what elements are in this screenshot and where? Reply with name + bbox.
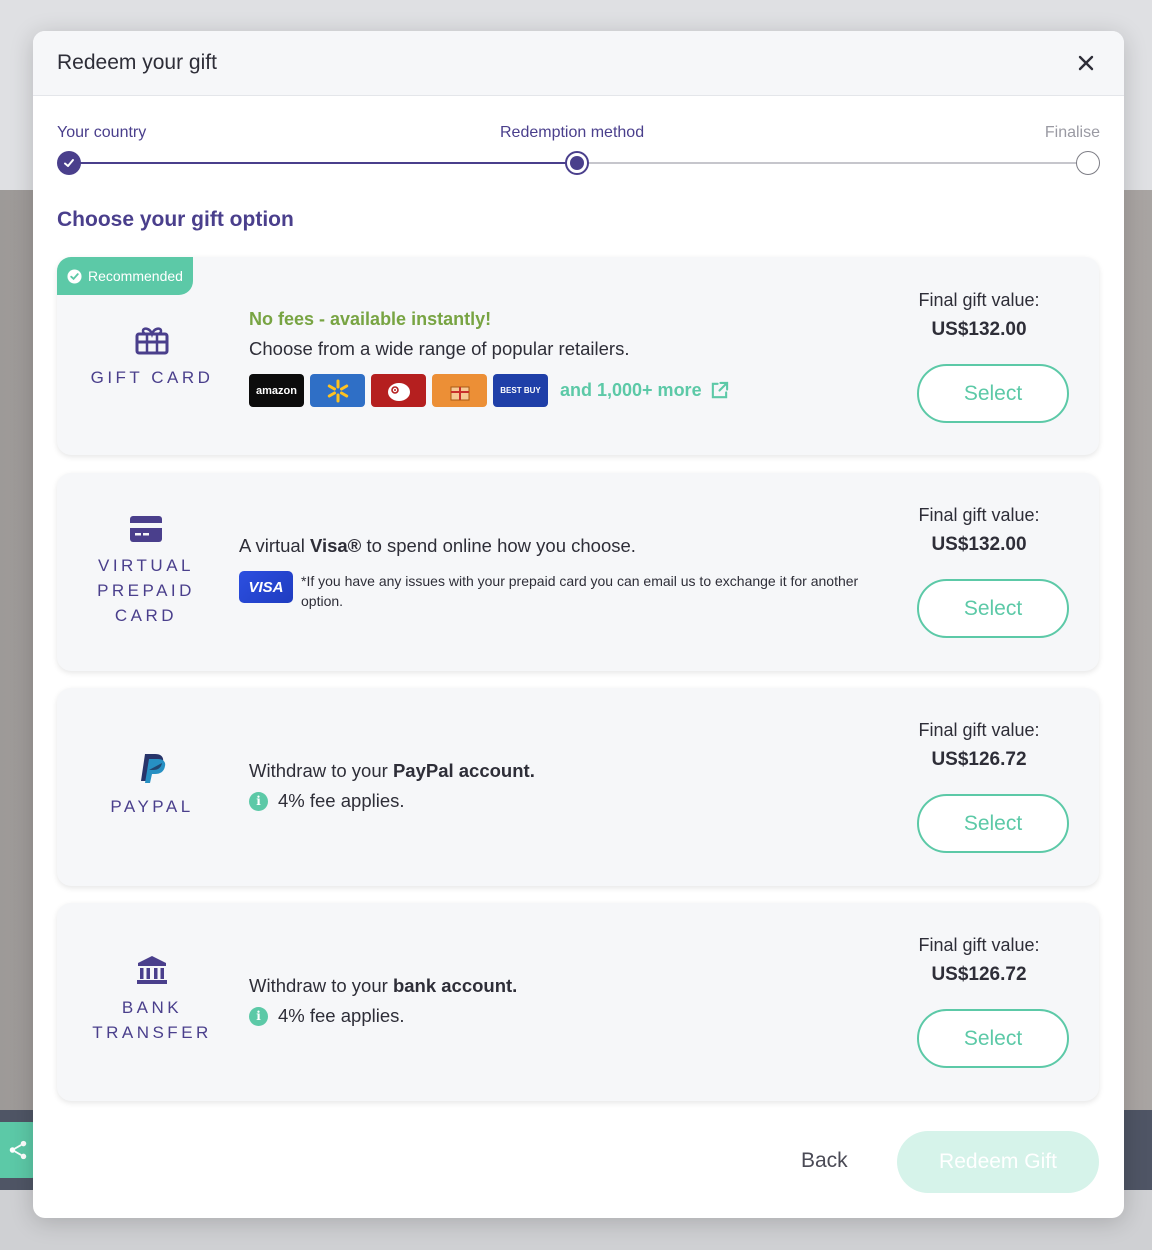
- final-value-label: Final gift value:: [918, 290, 1040, 310]
- modal-title: Redeem your gift: [57, 51, 217, 74]
- method-label: GIFT CARD: [90, 368, 214, 387]
- gift-box-logo: [432, 374, 487, 407]
- option-card-paypal: PAYPAL Withdraw to your PayPal account. …: [57, 688, 1099, 886]
- back-button[interactable]: Back: [801, 1149, 848, 1173]
- option-card-bank-transfer: BANK TRANSFER Withdraw to your bank acco…: [57, 903, 1099, 1101]
- visa-logo: VISA: [239, 571, 293, 603]
- gift-icon: [135, 327, 169, 355]
- select-paypal-button[interactable]: Select: [917, 794, 1069, 853]
- no-fees-headline: No fees - available instantly!: [249, 309, 492, 329]
- more-retailers-link[interactable]: and 1,000+ more: [560, 380, 729, 401]
- credit-card-icon: [130, 516, 162, 542]
- option-card-virtual-prepaid: VIRTUAL PREPAID CARD A virtual Visa® to …: [57, 473, 1099, 671]
- bank-text: Withdraw to your bank account.: [249, 975, 518, 996]
- redeem-gift-button[interactable]: Redeem Gift: [897, 1131, 1099, 1193]
- option-card-gift-card: Recommended GIFT CARD No fees - availabl…: [57, 257, 1099, 455]
- method-label: PAYPAL: [110, 797, 194, 816]
- final-value-label: Final gift value:: [918, 720, 1040, 740]
- bank-icon: [137, 956, 167, 984]
- check-circle-icon: [67, 268, 82, 284]
- paypal-description: Withdraw to your PayPal account. i 4% fe…: [249, 760, 535, 812]
- final-value-amount: US$132.00: [931, 534, 1027, 555]
- step-label-finalise: Finalise: [1044, 124, 1100, 141]
- virtual-card-description: A virtual Visa® to spend online how you …: [239, 535, 861, 611]
- final-value-label: Final gift value:: [918, 505, 1040, 525]
- step-dot-current: [565, 151, 589, 175]
- check-icon: [64, 159, 74, 167]
- stepper-track-remaining: [577, 162, 1085, 164]
- share-button[interactable]: [0, 1122, 36, 1178]
- progress-stepper: Your country Redemption method Finalise: [57, 96, 1100, 186]
- paypal-text: Withdraw to your PayPal account.: [249, 760, 535, 781]
- final-value-amount: US$132.00: [931, 319, 1027, 340]
- modal-header: Redeem your gift: [33, 31, 1124, 96]
- method-label-line-2: TRANSFER: [92, 1023, 212, 1042]
- retailer-logos: amazon BEST BUY and 1,000+ more: [249, 374, 729, 407]
- method-label-line-1: BANK: [121, 998, 183, 1017]
- select-bank-transfer-button[interactable]: Select: [917, 1009, 1069, 1068]
- section-title: Choose your gift option: [57, 208, 294, 231]
- redeem-gift-modal: Redeem your gift Your country Redemption…: [33, 31, 1124, 1218]
- step-dot-completed: [57, 151, 81, 175]
- external-link-icon: [711, 381, 728, 399]
- select-gift-card-button[interactable]: Select: [917, 364, 1069, 423]
- best-buy-logo: BEST BUY: [493, 374, 548, 407]
- step-label-your-country: Your country: [57, 124, 147, 141]
- select-virtual-card-button[interactable]: Select: [917, 579, 1069, 638]
- info-icon: i: [249, 1006, 268, 1026]
- virtual-card-text: A virtual Visa® to spend online how you …: [239, 535, 636, 556]
- walmart-logo: [310, 374, 365, 407]
- step-dot-upcoming: [1076, 151, 1100, 175]
- recommended-badge: Recommended: [57, 257, 193, 295]
- amazon-logo: amazon: [249, 374, 304, 407]
- prepaid-card-note: *If you have any issues with your prepai…: [301, 573, 859, 609]
- step-label-redemption-method: Redemption method: [500, 124, 645, 141]
- method-gift-card: GIFT CARD: [81, 325, 223, 390]
- fee-note: 4% fee applies.: [278, 1005, 405, 1026]
- info-icon: i: [249, 791, 268, 811]
- method-label-line-3: CARD: [114, 606, 178, 625]
- method-virtual-prepaid-card: VIRTUAL PREPAID CARD: [75, 515, 217, 628]
- close-button[interactable]: [1072, 49, 1100, 77]
- method-bank-transfer: BANK TRANSFER: [81, 955, 223, 1045]
- share-icon: [9, 1140, 27, 1160]
- fee-note: 4% fee applies.: [278, 790, 405, 811]
- paypal-icon: [141, 754, 166, 783]
- recommended-badge-label: Recommended: [88, 268, 183, 284]
- method-paypal: PAYPAL: [81, 752, 223, 819]
- method-label-line-1: VIRTUAL: [98, 556, 194, 575]
- bank-description: Withdraw to your bank account. i 4% fee …: [249, 975, 517, 1027]
- final-value-label: Final gift value:: [918, 935, 1040, 955]
- final-value-amount: US$126.72: [931, 749, 1027, 770]
- gift-card-text: Choose from a wide range of popular reta…: [249, 338, 630, 359]
- method-label-line-2: PREPAID: [97, 581, 195, 600]
- close-icon: [1078, 55, 1094, 71]
- stepper-track-completed: [69, 162, 577, 164]
- final-value-amount: US$126.72: [931, 964, 1027, 985]
- gift-card-description: No fees - available instantly! Choose fr…: [249, 309, 729, 407]
- target-logo: [371, 374, 426, 407]
